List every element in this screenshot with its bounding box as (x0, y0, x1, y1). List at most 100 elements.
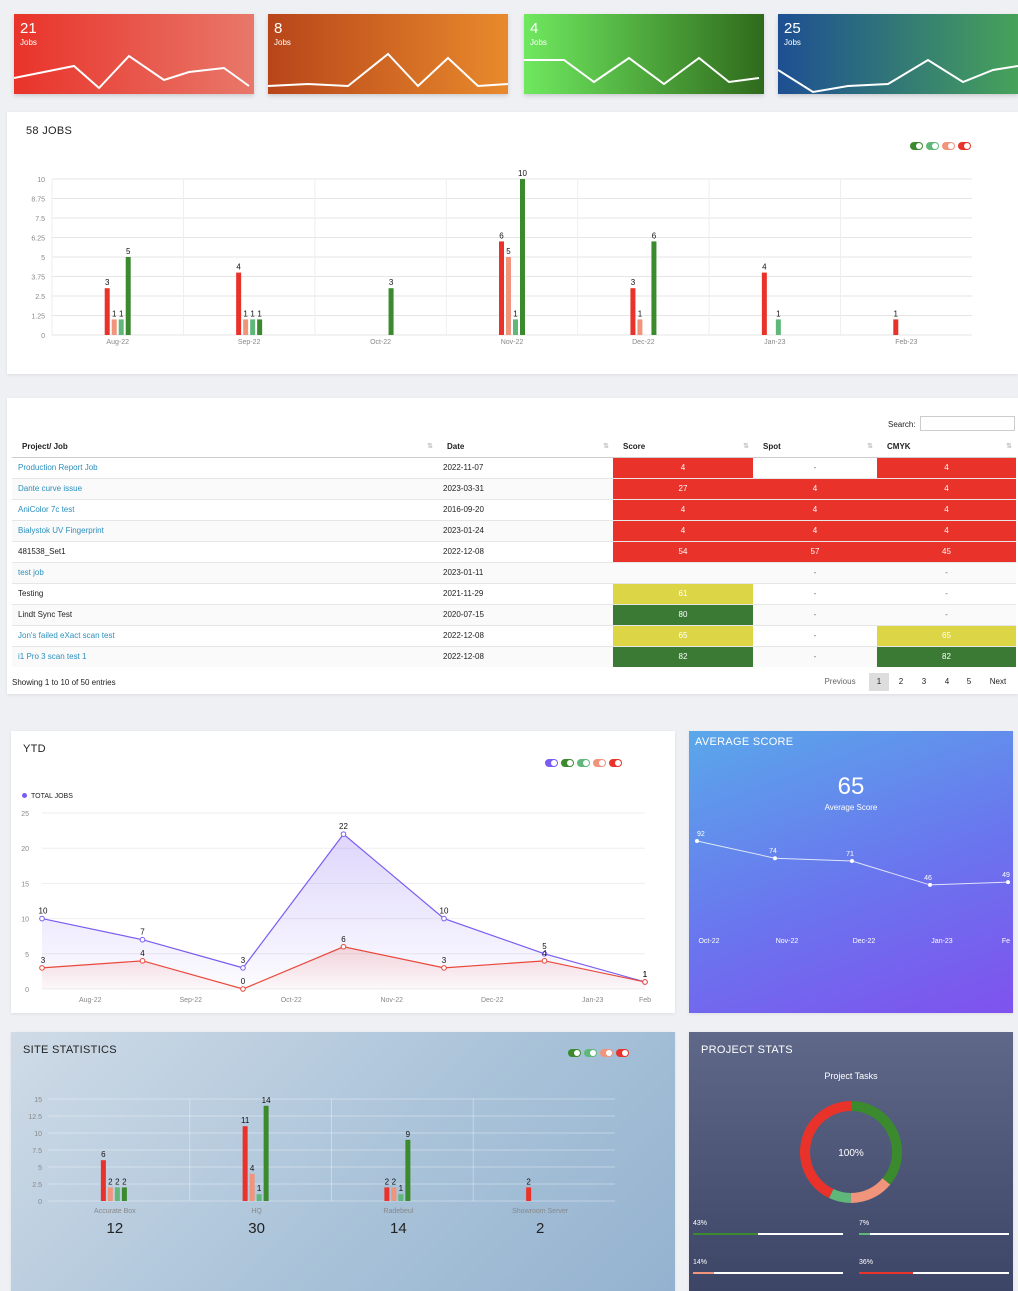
bar-value-label: 3 (105, 278, 110, 287)
bar (775, 319, 781, 335)
jobs-chart-card: 58 JOBS 0 1.25 2.5 3.75 5 6.25 7.5 8.75 10 Aug-22… (7, 112, 1018, 374)
project-name-cell[interactable]: Bialystok UV Fingerprint (12, 519, 437, 541)
bar (384, 1187, 390, 1201)
pagination-page[interactable]: 2 (891, 673, 911, 691)
data-point (340, 831, 347, 837)
column-header-date[interactable]: Date ⇅ (437, 436, 613, 458)
x-tick-label: Dec-22 (853, 938, 876, 945)
date-cell: 2021-11-29 (437, 582, 613, 604)
column-header-spot[interactable]: Spot ⇅ (753, 436, 877, 458)
jobs-bar-chart: 01.252.53.7556.257.58.7510Aug-2231 15Sep-… (31, 169, 972, 346)
project-name-cell[interactable]: test job (12, 561, 437, 583)
bar (513, 319, 518, 335)
project-name-cell[interactable]: Dante curve issue (12, 477, 437, 499)
x-tick-label: Aug-22 (79, 997, 102, 1004)
column-header-score[interactable]: Score ⇅ (613, 436, 753, 458)
bar (893, 319, 899, 335)
x-tick-label: Dec-22 (481, 997, 504, 1004)
site-total: 2 (536, 1220, 544, 1237)
bar-value-label: 1 (112, 309, 117, 318)
column-header-cmyk[interactable]: CMYK ⇅ (877, 436, 1016, 458)
bar (236, 272, 242, 335)
x-tick-label: HQ (251, 1208, 262, 1215)
site-bar-chart: 02.557.51012.515Accurate Box1262 2 2HQ3011… (28, 1096, 615, 1237)
project-name-cell[interactable]: Jon's failed eXact scan test (12, 624, 437, 646)
project-name-cell[interactable]: i1 Pro 3 scan test 1 (12, 645, 437, 667)
bar (761, 272, 767, 335)
pagination-next[interactable]: Next (983, 673, 1013, 691)
spot-cell: - (753, 456, 877, 478)
point-label: 4 (140, 949, 145, 958)
jobs-table-card: Search: Project/ Job ⇅ Date ⇅ Score ⇅ Spot ⇅… (7, 398, 1018, 694)
score-cell: 4 (613, 498, 753, 520)
pagination-page[interactable]: 4 (937, 673, 957, 691)
x-tick-label: Radebeul (383, 1208, 413, 1215)
x-tick-label: Jan-23 (582, 997, 604, 1004)
bar (398, 1194, 404, 1201)
table-row[interactable]: Bialystok UV Fingerprint 2023-01-24 4 4 4 (12, 519, 1016, 541)
bar (100, 1160, 106, 1201)
donut-center-label: 100% (838, 1148, 864, 1159)
project-name-cell: Lindt Sync Test (12, 603, 437, 625)
bar (391, 1187, 397, 1201)
bar-value-label: 1 (119, 309, 124, 318)
data-point (773, 856, 777, 861)
spot-cell: - (753, 603, 877, 625)
pagination: Previous 1 2 3 4 5 Next (817, 673, 1017, 691)
ytd-line-chart: 0510152025Aug-22 Sep-22 Oct-22 Nov-22 Dec-22… (21, 811, 651, 1004)
progress-track (693, 1233, 843, 1235)
sparkline (778, 58, 1018, 94)
point-label: 92 (697, 831, 705, 838)
data-point (139, 936, 146, 943)
y-tick-label: 20 (21, 846, 29, 853)
data-point (928, 882, 932, 887)
bar-value-label: 2 (385, 1177, 390, 1186)
stat-card-2[interactable]: 8 Jobs (268, 14, 508, 94)
table-row[interactable]: AniColor 7c test 2016-09-20 4 4 4 (12, 498, 1016, 520)
project-name-cell[interactable]: AniColor 7c test (12, 498, 437, 520)
score-cell: 82 (613, 645, 753, 667)
point-label: 22 (339, 822, 348, 831)
pagination-page[interactable]: 5 (959, 673, 979, 691)
site-statistics-card: SITE STATISTICS 0 2.5 5 7.5 10 12.5 15 Accurate… (11, 1032, 675, 1291)
table-row[interactable]: Jon's failed eXact scan test 2022-12-08 65… (12, 624, 1016, 646)
search-input[interactable] (920, 416, 1015, 431)
column-header-project[interactable]: Project/ Job ⇅ (12, 436, 437, 458)
bar-value-label: 1 (250, 309, 255, 318)
table-row[interactable]: 481538_Set1 2022-12-08 54 57 45 (12, 540, 1016, 562)
score-cell: 4 (613, 456, 753, 478)
table-row[interactable]: Production Report Job 2022-11-07 4-4 (12, 456, 1016, 478)
sort-icon: ⇅ (1006, 443, 1012, 450)
date-cell: 2022-12-08 (437, 540, 613, 562)
stat-value: 8 (274, 20, 283, 37)
stat-card-4[interactable]: 25 Jobs (778, 14, 1018, 94)
bar (114, 1187, 120, 1201)
table-row[interactable]: i1 Pro 3 scan test 1 2022-12-08 82-82 (12, 645, 1016, 667)
table-row[interactable]: Lindt Sync Test 2020-07-15 80- - (12, 603, 1016, 625)
project-name-cell[interactable]: Production Report Job (12, 456, 437, 478)
data-point (240, 986, 246, 992)
x-tick-label: Jan-23 (764, 339, 786, 346)
stat-card-3[interactable]: 4 Jobs (524, 14, 764, 94)
cmyk-cell: 82 (877, 645, 1016, 667)
pagination-page[interactable]: 3 (914, 673, 934, 691)
project-name-cell: 481538_Set1 (12, 540, 437, 562)
progress-stat: 36% (859, 1259, 1009, 1274)
table-row[interactable]: test job 2023-01-11 - - (12, 561, 1016, 583)
bar (405, 1139, 411, 1201)
progress-fill (693, 1233, 758, 1235)
cmyk-cell: 45 (877, 540, 1016, 562)
pagination-previous[interactable]: Previous (817, 673, 863, 691)
sparkline (268, 52, 508, 88)
y-tick-label: 0 (25, 987, 29, 994)
spot-cell: 4 (753, 498, 877, 520)
pagination-page[interactable]: 1 (869, 673, 889, 691)
bar-value-label: 6 (652, 231, 657, 240)
bar-value-label: 2 (122, 1177, 127, 1186)
y-tick-label: 5 (41, 255, 45, 262)
table-row[interactable]: Dante curve issue 2023-03-31 27 4 4 (12, 477, 1016, 499)
table-row[interactable]: Testing 2021-11-29 61- - (12, 582, 1016, 604)
x-tick-label: Oct-22 (370, 339, 391, 346)
x-tick-label: Sep-22 (179, 997, 202, 1004)
stat-card-1[interactable]: 21 Jobs (14, 14, 254, 94)
